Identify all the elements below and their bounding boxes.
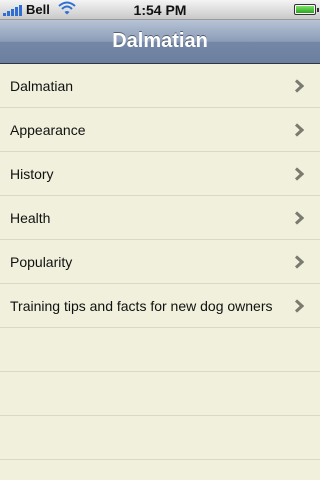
- list-item-label: Appearance: [10, 121, 86, 138]
- list-item[interactable]: Appearance: [0, 108, 320, 152]
- list-item-label: Popularity: [10, 253, 73, 270]
- status-time: 1:54 PM: [133, 2, 187, 18]
- chevron-right-icon: [294, 166, 304, 181]
- chevron-right-icon: [294, 210, 304, 225]
- page-title: Dalmatian: [112, 30, 208, 52]
- list-item[interactable]: Popularity: [0, 240, 320, 284]
- chevron-right-icon: [294, 298, 304, 313]
- battery-fill: [296, 6, 314, 13]
- list-item[interactable]: Health: [0, 196, 320, 240]
- navigation-bar: Dalmatian: [0, 20, 320, 64]
- list-item-label: Health: [10, 209, 51, 226]
- list-item-label: Dalmatian: [10, 77, 74, 94]
- menu-list: Dalmatian Appearance History Health Populari…: [0, 64, 320, 480]
- list-item[interactable]: Training tips and facts for new dog owne…: [0, 284, 320, 328]
- battery-icon: [294, 4, 319, 15]
- chevron-right-icon: [294, 254, 304, 269]
- list-item-label: History: [10, 165, 54, 182]
- status-bar: Bell 1:54 PM: [0, 0, 320, 20]
- list-item-label: Training tips and facts for new dog owne…: [10, 297, 273, 314]
- chevron-right-icon: [294, 78, 304, 93]
- list-item[interactable]: Dalmatian: [0, 64, 320, 108]
- empty-row: [0, 372, 320, 416]
- list-item[interactable]: History: [0, 152, 320, 196]
- chevron-right-icon: [294, 122, 304, 137]
- empty-row: [0, 416, 320, 460]
- empty-row: [0, 328, 320, 372]
